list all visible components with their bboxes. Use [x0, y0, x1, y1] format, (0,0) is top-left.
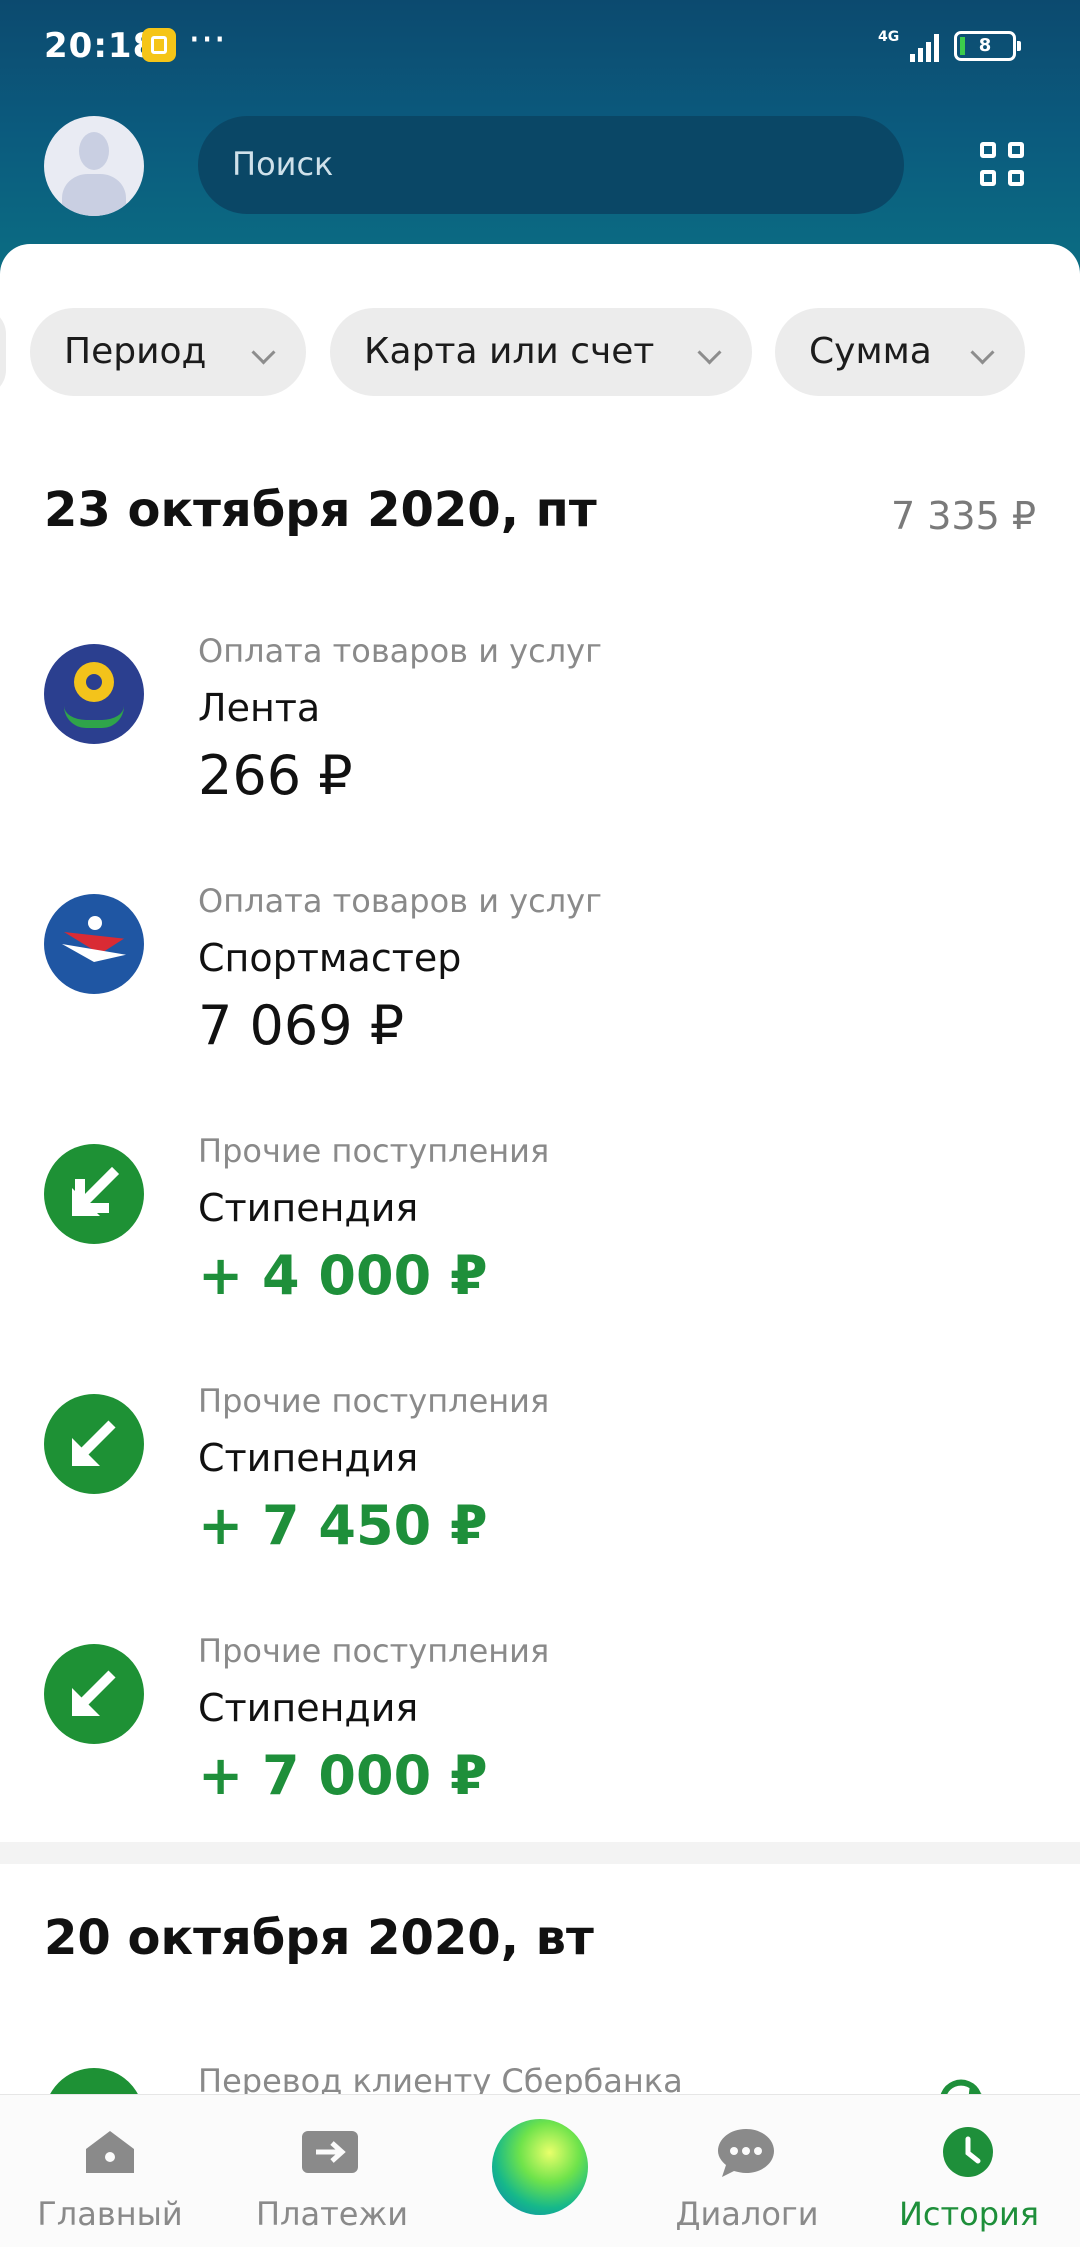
filter-card-chip[interactable]: Карта или счет: [330, 308, 752, 396]
chevron-down-icon: [970, 340, 995, 365]
transaction-amount: + 7 000 ₽: [198, 1744, 488, 1807]
transaction-amount: 7 069 ₽: [198, 994, 405, 1057]
transaction-merchant: Стипендия: [198, 1186, 419, 1230]
transfer-icon: [44, 2068, 144, 2094]
repeat-icon[interactable]: [934, 2074, 990, 2094]
nav-payments[interactable]: Платежи: [220, 2095, 444, 2247]
avatar-body-shape: [62, 174, 126, 216]
transaction-row[interactable]: Прочие поступления Стипендия + 7 450 ₽: [0, 1374, 1080, 1624]
transaction-category: Оплата товаров и услуг: [198, 882, 602, 920]
search-input[interactable]: Поиск: [198, 116, 904, 214]
transaction-amount: + 7 450 ₽: [198, 1494, 488, 1557]
transaction-row[interactable]: Оплата товаров и услуг Спортмастер 7 069…: [0, 874, 1080, 1124]
nav-dialogs-label: Диалоги: [675, 2195, 819, 2233]
transaction-merchant: Стипендия: [198, 1686, 419, 1730]
chat-icon: [718, 2129, 774, 2177]
clock-icon: [943, 2127, 993, 2177]
date-total: 7 335 ₽: [890, 494, 1036, 538]
nav-payments-label: Платежи: [255, 2195, 409, 2233]
bottom-navigation: Главный Платежи Диалоги История: [0, 2094, 1080, 2247]
payments-icon: [302, 2131, 358, 2173]
date-header: 20 октября 2020, вт: [44, 1910, 594, 1966]
incoming-arrow-icon: [44, 1394, 144, 1494]
status-time: 20:18: [44, 26, 158, 66]
filter-period-chip[interactable]: Период: [30, 308, 306, 396]
transaction-row[interactable]: Прочие поступления Стипендия + 4 000 ₽: [0, 1124, 1080, 1374]
sportmaster-head-shape: [88, 916, 102, 930]
history-list[interactable]: Период Карта или счет Сумма 23 октября 2…: [0, 244, 1080, 2094]
lenta-leaf-shape: [64, 706, 124, 728]
assistant-icon[interactable]: [492, 2119, 588, 2215]
lenta-logo-icon: [44, 644, 144, 744]
group-divider: [0, 1842, 1080, 1864]
transaction-category: Прочие поступления: [198, 1132, 550, 1170]
nav-home-label: Главный: [37, 2195, 183, 2233]
transaction-amount: + 4 000 ₽: [198, 1244, 488, 1307]
transaction-merchant: Лента: [198, 686, 321, 730]
incoming-arrow-icon: [44, 1144, 144, 1244]
filter-chip-partial[interactable]: [0, 308, 6, 396]
transaction-row[interactable]: Оплата товаров и услуг Лента 266 ₽: [0, 624, 1080, 874]
nav-history[interactable]: История: [858, 2095, 1080, 2247]
filter-period-label: Период: [64, 331, 207, 372]
filter-card-label: Карта или счет: [364, 331, 655, 372]
filter-amount-chip[interactable]: Сумма: [775, 308, 1025, 396]
transaction-amount: 266 ₽: [198, 744, 353, 807]
transaction-row[interactable]: Перевод клиенту Сбербанка: [0, 2054, 1080, 2094]
date-header: 23 октября 2020, пт: [44, 482, 597, 538]
battery-icon: 8: [954, 31, 1021, 61]
apps-grid-icon[interactable]: [980, 142, 1026, 188]
lenta-flower-shape: [74, 662, 114, 702]
nav-dialogs[interactable]: Диалоги: [636, 2095, 858, 2247]
signal-icon: [910, 32, 940, 62]
avatar-head-shape: [79, 132, 109, 170]
chevron-down-icon: [251, 340, 276, 365]
transaction-row[interactable]: Прочие поступления Стипендия + 7 000 ₽: [0, 1624, 1080, 1874]
filter-amount-label: Сумма: [809, 331, 932, 372]
nav-home[interactable]: Главный: [0, 2095, 220, 2247]
avatar[interactable]: [44, 116, 144, 216]
sportmaster-logo-icon: [44, 894, 144, 994]
transaction-merchant: Стипендия: [198, 1436, 419, 1480]
transaction-category: Оплата товаров и услуг: [198, 632, 602, 670]
nav-history-label: История: [898, 2195, 1040, 2233]
app-notification-icon: [142, 28, 176, 62]
chevron-down-icon: [697, 340, 722, 365]
transaction-merchant: Спортмастер: [198, 936, 462, 980]
home-icon: [86, 2131, 134, 2173]
network-type: 4G: [878, 29, 900, 45]
transaction-category: Прочие поступления: [198, 1382, 550, 1420]
more-notifications-icon: ···: [188, 17, 227, 63]
transaction-category: Прочие поступления: [198, 1632, 550, 1670]
search-placeholder: Поиск: [232, 145, 334, 183]
status-bar: 20:18 ··· 4G 8: [0, 0, 1080, 92]
transaction-category: Перевод клиенту Сбербанка: [198, 2062, 683, 2094]
incoming-arrow-icon: [44, 1644, 144, 1744]
